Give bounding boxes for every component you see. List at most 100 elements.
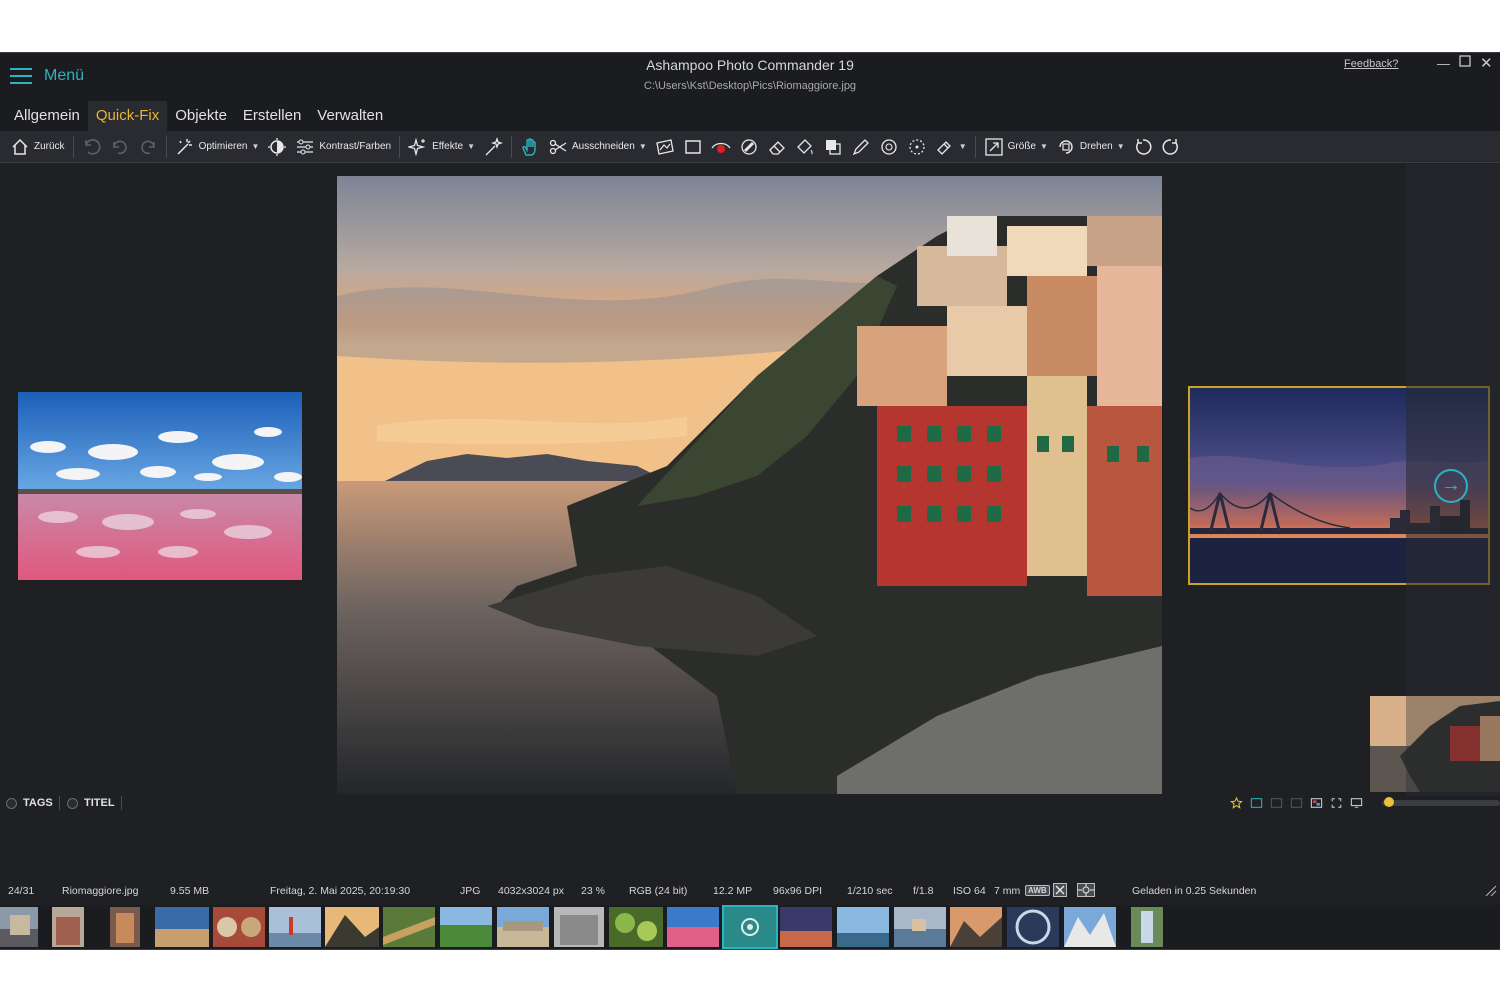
- red-eye-button[interactable]: [707, 133, 735, 161]
- film-thumb[interactable]: [52, 907, 84, 947]
- iso: ISO 64: [953, 885, 986, 897]
- star-icon[interactable]: [1230, 797, 1243, 809]
- film-thumb[interactable]: [894, 907, 946, 947]
- fullscreen-icon[interactable]: [1330, 797, 1343, 809]
- undo-all-button[interactable]: [78, 133, 106, 161]
- brightness-icon: [268, 137, 287, 156]
- rotate-button[interactable]: Drehen ▼: [1052, 133, 1129, 161]
- brightness-button[interactable]: [263, 133, 291, 161]
- brush-icon: [852, 138, 869, 155]
- compare-icon[interactable]: [1270, 797, 1283, 809]
- rotate-left-icon: [1135, 138, 1152, 155]
- tab-quick-fix[interactable]: Quick-Fix: [87, 101, 168, 131]
- optimize-label: Optimieren: [198, 141, 248, 152]
- frame-icon: [685, 139, 701, 154]
- aperture: f/1.8: [913, 885, 934, 897]
- film-thumb[interactable]: [110, 907, 140, 947]
- load-time: Geladen in 0.25 Sekunden: [1132, 885, 1257, 897]
- title-radio-icon: [67, 797, 78, 809]
- color-icon[interactable]: [1310, 797, 1323, 809]
- tags-toggle[interactable]: TAGS: [6, 796, 60, 810]
- bandage-button[interactable]: [735, 133, 763, 161]
- clone-button[interactable]: [819, 133, 847, 161]
- next-arrow-icon[interactable]: →: [1434, 469, 1468, 503]
- film-thumb[interactable]: [155, 907, 209, 947]
- minimize-icon[interactable]: —: [1437, 56, 1450, 71]
- optimize-button[interactable]: Optimieren ▼: [171, 133, 264, 161]
- image-index: 24/31: [8, 885, 35, 897]
- film-thumb[interactable]: [554, 907, 604, 947]
- film-thumb[interactable]: [667, 907, 719, 947]
- window-title: Ashampoo Photo Commander 19: [646, 57, 854, 73]
- film-thumb[interactable]: [269, 907, 321, 947]
- zoom-slider-knob[interactable]: [1384, 797, 1394, 807]
- tools-icon: [936, 140, 951, 155]
- pan-button[interactable]: [516, 133, 544, 161]
- brush-button[interactable]: [847, 133, 875, 161]
- title-toggle[interactable]: TITEL: [67, 796, 122, 810]
- resize-grip-icon[interactable]: [1485, 885, 1497, 900]
- previous-image[interactable]: [18, 392, 302, 580]
- tab-erstellen[interactable]: Erstellen: [235, 101, 309, 131]
- resize-button[interactable]: Größe ▼: [980, 133, 1052, 161]
- film-thumb[interactable]: [325, 907, 379, 947]
- rotate-label: Drehen: [1079, 141, 1113, 152]
- straighten-button[interactable]: [651, 133, 679, 161]
- back-button[interactable]: Zurück: [6, 133, 69, 161]
- film-thumb[interactable]: [1007, 907, 1059, 947]
- histogram-icon[interactable]: [1290, 797, 1303, 809]
- contrast-label: Kontrast/Farben: [319, 141, 392, 152]
- navigator-preview[interactable]: [1370, 696, 1500, 792]
- film-thumb[interactable]: [609, 907, 663, 947]
- undo-icon: [112, 140, 127, 154]
- effects-label: Effekte: [432, 141, 464, 152]
- tab-verwalten[interactable]: Verwalten: [309, 101, 391, 131]
- image-info-icon[interactable]: [1250, 797, 1263, 809]
- tags-label: TAGS: [23, 797, 53, 809]
- sliders-icon: [297, 139, 314, 154]
- film-thumb[interactable]: [950, 907, 1002, 947]
- rotate-right-button[interactable]: [1157, 133, 1185, 161]
- retouch-wand-icon: [485, 136, 503, 155]
- tab-objekte[interactable]: Objekte: [167, 101, 235, 131]
- tools-button[interactable]: ▼: [931, 133, 971, 161]
- main-photo[interactable]: [337, 176, 1162, 794]
- rotate-left-button[interactable]: [1129, 133, 1157, 161]
- bandage-icon: [741, 138, 757, 155]
- film-thumb[interactable]: [213, 907, 265, 947]
- contrast-colors-button[interactable]: Kontrast/Farben: [291, 133, 395, 161]
- fill-button[interactable]: [791, 133, 819, 161]
- status-bar: 24/31 Riomaggiore.jpg 9.55 MB Freitag, 2…: [0, 883, 1500, 901]
- hand-icon: [522, 137, 536, 156]
- straighten-icon: [655, 138, 674, 155]
- close-icon[interactable]: ✕: [1480, 54, 1493, 72]
- film-thumb-selected[interactable]: [722, 905, 778, 949]
- film-thumb[interactable]: [383, 907, 435, 947]
- tab-allgemein[interactable]: Allgemein: [6, 101, 88, 131]
- frame-button[interactable]: [679, 133, 707, 161]
- retouch-button[interactable]: [479, 133, 507, 161]
- maximize-icon[interactable]: [1459, 55, 1471, 70]
- film-thumb[interactable]: [0, 907, 38, 947]
- eraser-button[interactable]: [763, 133, 791, 161]
- monitor-icon[interactable]: [1350, 797, 1363, 809]
- redo-icon: [140, 140, 155, 154]
- rotate-right-icon: [1162, 138, 1178, 155]
- film-thumb[interactable]: [497, 907, 549, 947]
- resize-icon: [985, 137, 1003, 156]
- feedback-link[interactable]: Feedback?: [1344, 58, 1398, 70]
- blur-button[interactable]: [875, 133, 903, 161]
- film-thumb[interactable]: [1064, 907, 1116, 947]
- crop-button[interactable]: Ausschneiden ▼: [544, 133, 651, 161]
- redo-button[interactable]: [134, 133, 162, 161]
- film-thumb[interactable]: [1131, 907, 1163, 947]
- zoom-slider[interactable]: [1382, 800, 1500, 806]
- undo-button[interactable]: [106, 133, 134, 161]
- selection-button[interactable]: [903, 133, 931, 161]
- undo-all-icon: [84, 138, 101, 155]
- magic-wand-icon: [177, 138, 192, 155]
- film-thumb[interactable]: [837, 907, 889, 947]
- film-thumb[interactable]: [440, 907, 492, 947]
- film-thumb[interactable]: [780, 907, 832, 947]
- effects-button[interactable]: Effekte ▼: [404, 133, 479, 161]
